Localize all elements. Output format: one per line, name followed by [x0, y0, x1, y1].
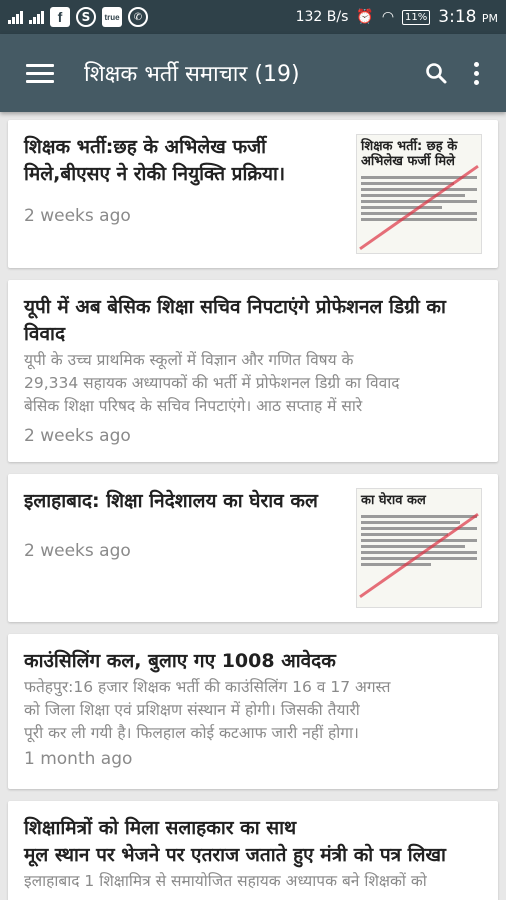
- news-title: काउंसिलिंग कल, बुलाए गए 1008 आवेदक: [24, 650, 336, 672]
- news-time: 2 weeks ago: [24, 206, 131, 226]
- news-card[interactable]: इलाहाबाद: शिक्षा निदेशालय का घेराव कल 2 …: [8, 474, 498, 622]
- whatsapp-icon: ✆: [128, 7, 148, 27]
- news-title: शिक्षामित्रों को मिला सलाहकार का साथ मूल…: [24, 817, 446, 866]
- truecaller-icon: true: [102, 7, 122, 27]
- news-title: शिक्षक भर्ती:छह के अभिलेख फर्जी मिले,बीए…: [24, 136, 286, 185]
- status-right: 132 B/s ⏰ ◠ 11% 3:18 PM: [296, 7, 498, 27]
- alarm-icon: ⏰: [356, 9, 374, 25]
- clock-time: 3:18: [438, 7, 477, 27]
- search-icon[interactable]: [414, 51, 458, 95]
- wifi-icon: ◠: [381, 9, 395, 25]
- news-card-body: काउंसिलिंग कल, बुलाए गए 1008 आवेदक फतेहप…: [24, 648, 482, 775]
- news-feed: शिक्षक भर्ती:छह के अभिलेख फर्जी मिले,बीए…: [0, 112, 506, 900]
- news-thumbnail: का घेराव कल: [356, 488, 482, 608]
- thumbnail-headline: का घेराव कल: [361, 493, 426, 508]
- more-options-icon[interactable]: [458, 51, 494, 95]
- news-excerpt: यूपी के उच्च प्राथमिक स्कूलों में विज्ञा…: [24, 351, 400, 415]
- news-title: इलाहाबाद: शिक्षा निदेशालय का घेराव कल: [24, 490, 318, 512]
- news-excerpt: इलाहाबाद 1 शिक्षामित्र से समायोजित सहायक…: [24, 872, 427, 890]
- news-card-body: शिक्षामित्रों को मिला सलाहकार का साथ मूल…: [24, 815, 482, 900]
- news-time: 2 weeks ago: [24, 541, 131, 561]
- thumbnail-headline: शिक्षक भर्ती: छह के अभिलेख फर्जी मिले: [361, 139, 458, 169]
- news-excerpt: फतेहपुर:16 हजार शिक्षक भर्ती की काउंसिलि…: [24, 678, 391, 742]
- battery-indicator: 11%: [402, 9, 431, 25]
- news-title: यूपी में अब बेसिक शिक्षा सचिव निपटाएंगे …: [24, 296, 446, 345]
- news-card[interactable]: यूपी में अब बेसिक शिक्षा सचिव निपटाएंगे …: [8, 280, 498, 462]
- menu-icon[interactable]: [26, 63, 54, 83]
- app-bar: शिक्षक भर्ती समाचार (19): [0, 34, 506, 112]
- page-title: शिक्षक भर्ती समाचार (19): [84, 62, 300, 87]
- facebook-icon: f: [50, 7, 70, 27]
- news-time: 1 month ago: [24, 749, 133, 769]
- news-thumbnail: शिक्षक भर्ती: छह के अभिलेख फर्जी मिले: [356, 134, 482, 254]
- clock: 3:18 PM: [438, 7, 498, 27]
- status-bar: f S true ✆ 132 B/s ⏰ ◠ 11% 3:18 PM: [0, 0, 506, 34]
- network-speed: 132 B/s: [295, 9, 349, 25]
- status-left: f S true ✆: [8, 7, 296, 27]
- signal-icon-2: [29, 10, 44, 24]
- skype-icon: S: [76, 7, 96, 27]
- news-card[interactable]: काउंसिलिंग कल, बुलाए गए 1008 आवेदक फतेहप…: [8, 634, 498, 789]
- news-time: 2 weeks ago: [24, 426, 131, 446]
- clock-ampm: PM: [481, 12, 498, 25]
- news-card[interactable]: शिक्षामित्रों को मिला सलाहकार का साथ मूल…: [8, 801, 498, 900]
- news-card-body: शिक्षक भर्ती:छह के अभिलेख फर्जी मिले,बीए…: [24, 134, 346, 254]
- news-card-body: यूपी में अब बेसिक शिक्षा सचिव निपटाएंगे …: [24, 294, 482, 448]
- news-card-body: इलाहाबाद: शिक्षा निदेशालय का घेराव कल 2 …: [24, 488, 346, 608]
- news-card[interactable]: शिक्षक भर्ती:छह के अभिलेख फर्जी मिले,बीए…: [8, 120, 498, 268]
- signal-icon: [8, 10, 23, 24]
